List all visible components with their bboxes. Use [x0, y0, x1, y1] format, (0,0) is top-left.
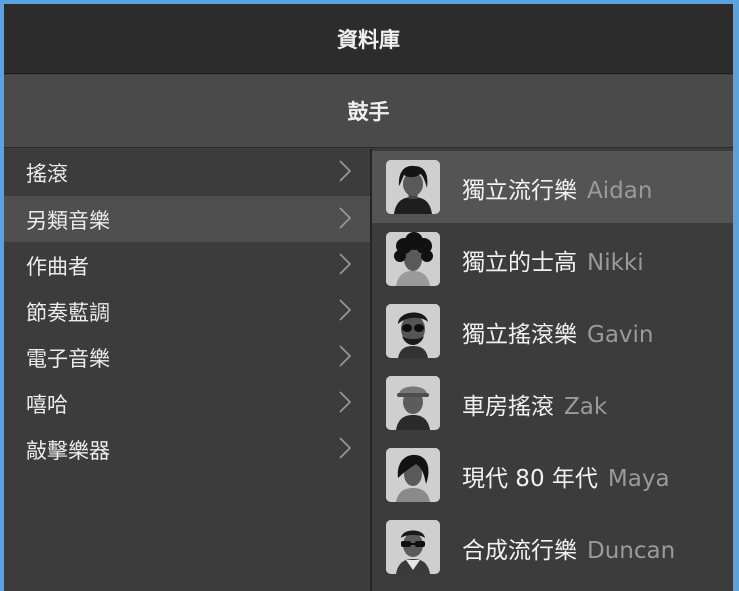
category-label: 電子音樂 [26, 347, 110, 371]
category-item-songwriter[interactable]: 作曲者 [4, 242, 370, 288]
category-label: 搖滾 [26, 162, 68, 186]
drummer-list: 獨立流行樂 Aidan 獨立的士高 Nikki 獨立搖滾樂 Gavin 車房搖滾… [372, 149, 733, 591]
drummer-portrait-icon [386, 376, 440, 430]
avatar [386, 376, 440, 430]
avatar [386, 160, 440, 214]
avatar [386, 232, 440, 286]
chevron-right-icon [339, 253, 352, 275]
chevron-right-icon [339, 345, 352, 367]
chevron-right-icon [339, 391, 352, 413]
drummer-item-gavin[interactable]: 獨立搖滾樂 Gavin [372, 295, 733, 367]
category-item-rnb[interactable]: 節奏藍調 [4, 288, 370, 334]
drummer-item-aidan[interactable]: 獨立流行樂 Aidan [372, 151, 733, 223]
category-label: 作曲者 [26, 255, 89, 279]
drummer-text: 合成流行樂 Duncan [462, 531, 675, 565]
category-item-percussion[interactable]: 敲擊樂器 [4, 426, 370, 472]
avatar [386, 448, 440, 502]
drummer-genre: 獨立流行樂 [462, 178, 577, 204]
drummer-text: 車房搖滾 Zak [462, 387, 607, 421]
chevron-right-icon [339, 207, 352, 229]
category-list: 搖滾 另類音樂 作曲者 節奏藍調 電子音樂 嘻哈 敲擊樂器 [4, 149, 370, 591]
library-title: 資料庫 [337, 27, 400, 52]
drummer-name: Maya [607, 466, 670, 492]
category-item-alternative[interactable]: 另類音樂 [4, 196, 370, 242]
avatar [386, 304, 440, 358]
drummer-text: 獨立流行樂 Aidan [462, 171, 652, 205]
drummer-portrait-icon [386, 232, 440, 286]
drummer-portrait-icon [386, 448, 440, 502]
drummer-item-nikki[interactable]: 獨立的士高 Nikki [372, 223, 733, 295]
drummer-genre: 車房搖滾 [462, 394, 554, 420]
chevron-right-icon [339, 437, 352, 459]
drummer-header: 鼓手 [4, 75, 733, 148]
category-item-hiphop[interactable]: 嘻哈 [4, 380, 370, 426]
drummer-name: Aidan [587, 178, 653, 204]
category-label: 另類音樂 [26, 209, 110, 233]
drummer-name: Nikki [587, 250, 644, 276]
drummer-name: Gavin [587, 322, 654, 348]
chevron-right-icon [339, 299, 352, 321]
drummer-genre: 合成流行樂 [462, 538, 577, 564]
drummer-item-duncan[interactable]: 合成流行樂 Duncan [372, 511, 733, 583]
drummer-item-zak[interactable]: 車房搖滾 Zak [372, 367, 733, 439]
category-label: 敲擊樂器 [26, 439, 110, 463]
drummer-genre: 獨立搖滾樂 [462, 322, 577, 348]
drummer-name: Duncan [587, 538, 676, 564]
drummer-text: 獨立搖滾樂 Gavin [462, 315, 654, 349]
library-title-bar: 資料庫 [4, 4, 733, 74]
drummer-portrait-icon [386, 304, 440, 358]
drummer-item-maya[interactable]: 現代 80 年代 Maya [372, 439, 733, 511]
avatar [386, 520, 440, 574]
drummer-header-title: 鼓手 [347, 100, 390, 124]
category-label: 嘻哈 [26, 393, 68, 417]
library-window: 資料庫 鼓手 搖滾 另類音樂 作曲者 節奏藍調 電子音樂 嘻哈 敲擊樂器 獨立流… [4, 4, 733, 591]
drummer-text: 獨立的士高 Nikki [462, 243, 644, 277]
chevron-right-icon [339, 160, 352, 182]
drummer-text: 現代 80 年代 Maya [462, 459, 670, 493]
drummer-genre: 現代 80 年代 [462, 466, 598, 492]
drummer-genre: 獨立的士高 [462, 250, 577, 276]
drummer-name: Zak [564, 394, 608, 420]
drummer-portrait-icon [386, 160, 440, 214]
category-item-electronic[interactable]: 電子音樂 [4, 334, 370, 380]
category-item-rock[interactable]: 搖滾 [4, 149, 370, 195]
drummer-portrait-icon [386, 520, 440, 574]
category-label: 節奏藍調 [26, 301, 110, 325]
